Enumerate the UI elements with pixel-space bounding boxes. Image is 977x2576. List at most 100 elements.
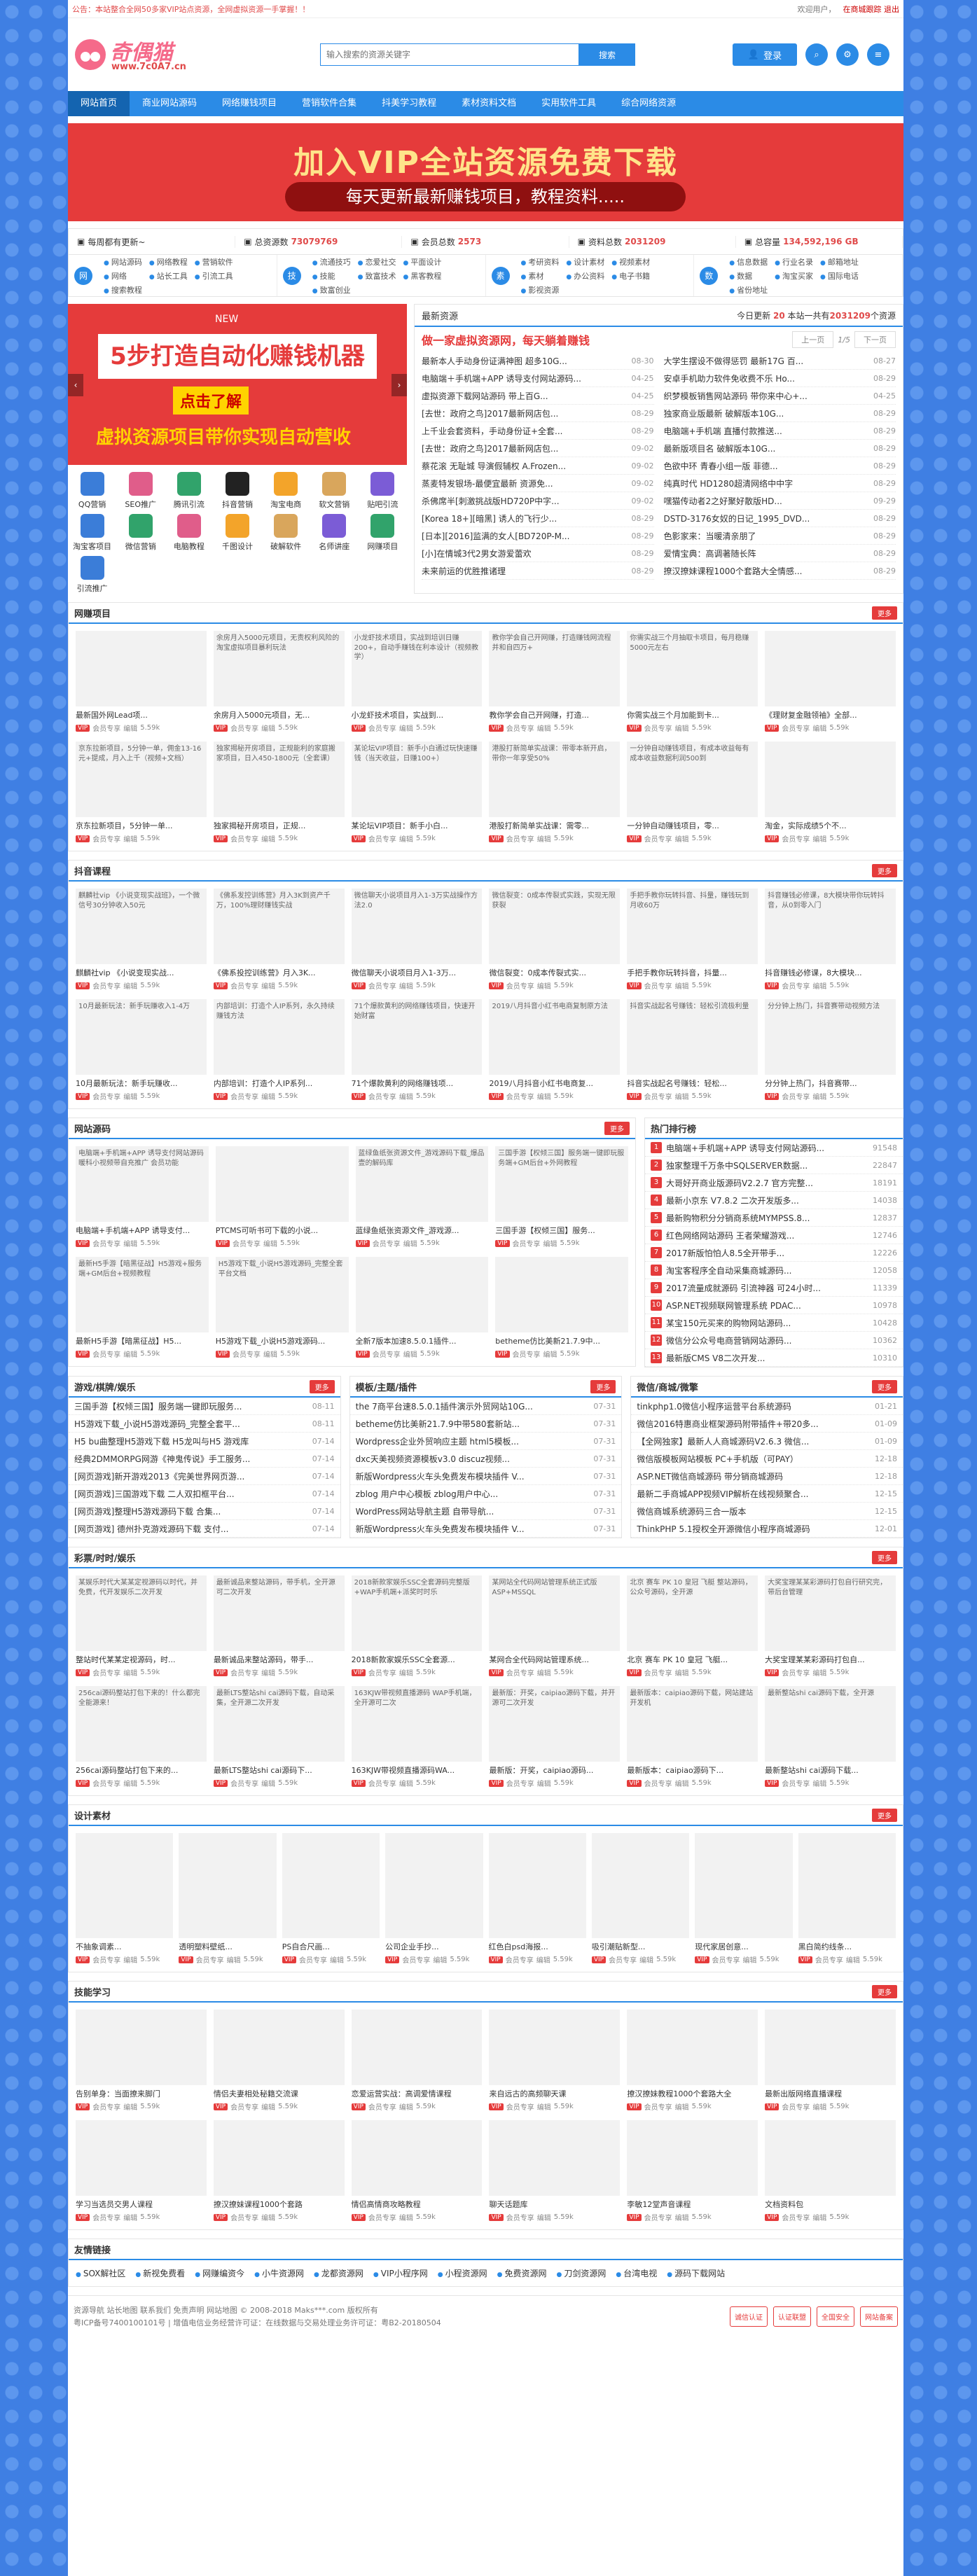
more-button[interactable]: 更多 (872, 1379, 898, 1393)
resource-card[interactable]: 手把手教你玩转抖音、抖量，赚钱玩到月收60万 手把手教你玩转抖音，抖量... VIP… (627, 889, 758, 991)
resource-card[interactable]: 公司企业手抄... VIP 会员专享 编辑 5.59k (385, 1833, 483, 1965)
login-button[interactable]: 👤 登录 (733, 43, 797, 66)
list-item[interactable]: 微信商城系统源码三合一版本 12-15 (631, 1503, 903, 1520)
prev-page[interactable]: 上一页 (792, 331, 834, 348)
quick-link[interactable]: 引流工具 (195, 270, 233, 281)
resource-card[interactable]: 三国手游【权倾三国】服务端一键即玩服务端+GM后台+外网教程 三国手游【权倾三国】… (495, 1146, 628, 1248)
resource-card[interactable]: 抖音赚钱必修课，8大模块带你玩转抖音，从0到零入门 抖音赚钱必修课，8大模块...… (765, 889, 896, 991)
resource-card[interactable]: 教你学会自己开网赚，打造赚钱网流程并和自四万+ 教你学会自己开网赚，打造... VI… (489, 631, 621, 733)
menu-icon[interactable]: ≡ (867, 43, 889, 66)
quick-link[interactable]: 素材 (521, 270, 560, 281)
friend-link[interactable]: VIP小程序网 (373, 2267, 428, 2279)
resource-card[interactable]: H5游戏下载_小说H5游戏源码_完整全套平台文档 H5游戏下载_小说H5游戏源码.… (215, 1257, 349, 1359)
quick-link[interactable]: 电子书籍 (611, 270, 650, 281)
news-item[interactable]: 电脑端＋手机端+APP 诱导支付网站源码... 04-25 (422, 370, 654, 387)
search-input[interactable] (320, 43, 579, 66)
resource-card[interactable]: PS自合尺画... VIP 会员专享 编辑 5.59k (282, 1833, 380, 1965)
quick-link[interactable]: 平面设计 (403, 256, 441, 267)
next-page[interactable]: 下一页 (854, 331, 896, 348)
list-item[interactable]: 【全网独家】最新人人商城源码V2.6.3 微信... 01-09 (631, 1433, 903, 1450)
resource-card[interactable]: 抖音实战起名号赚钱：轻松引流极利量 抖音实战起名号赚钱：轻松... VIP 会员专享编… (627, 999, 758, 1101)
category-tile[interactable]: 软文营销 (310, 472, 359, 510)
category-tile[interactable]: 破解软件 (262, 514, 310, 552)
trust-badge[interactable]: 网站备案 (860, 2306, 898, 2327)
resource-card[interactable]: 163KJW带视频直播源码 WAP手机端，全开源可二次 163KJW带视频直播源码… (351, 1686, 483, 1788)
list-item[interactable]: [网页游戏]三国游戏下载 二人双扣框平台... 07-14 (69, 1485, 340, 1503)
resource-card[interactable]: 黑白简约线条... VIP 会员专享 编辑 5.59k (798, 1833, 896, 1965)
quick-link[interactable]: 办公资料 (566, 270, 604, 281)
list-item[interactable]: [网页游戏]整理H5游戏源码下载 合集... 07-14 (69, 1503, 340, 1520)
nav-item-4[interactable]: 抖美学习教程 (369, 91, 449, 116)
resource-card[interactable]: 小龙虾技术项目，实战到培训日赚200+，自动手赚钱在利本设计（视频教学） 小龙虾技… (351, 631, 483, 733)
news-item[interactable]: 蔡花滚 无耻城 导演假辅权 A.Frozen... 09-02 (422, 457, 654, 475)
news-item[interactable]: [去世：政府之鸟]2017最新网店包... 08-29 (422, 405, 654, 422)
news-item[interactable]: 爱情宝典：高调著随长阵 08-29 (663, 545, 896, 562)
resource-card[interactable]: 最新诚品来整站源码，带手机，全开源可二次开发 最新诚品来整站源码，带手... VIP… (213, 1575, 345, 1678)
resource-card[interactable]: PTCMS可听书可下载的小说... VIP 会员专享 编辑 5.59k (215, 1146, 349, 1248)
list-item[interactable]: betheme仿比美新21.7.9中带580套新站... 07-31 (349, 1415, 622, 1433)
ranking-item[interactable]: 2 独家整理千万条中SQLSERVER数据... 22847 (645, 1157, 903, 1174)
friend-link[interactable]: 网赚编资今 (195, 2267, 244, 2279)
list-item[interactable]: [网页游戏] 德州扑克游戏源码下载 支付... 07-14 (69, 1520, 340, 1538)
quick-link[interactable]: 站长工具 (149, 270, 188, 281)
resource-card[interactable]: 学习当选员交男人课程 VIP 会员专享 编辑 5.59k (76, 2120, 207, 2222)
resource-card[interactable]: 港股打新简单实战课：带零本新开启，带你一年享受50% 港股打新简单实战课：需零..… (489, 742, 621, 844)
resource-card[interactable]: 大奖宝理某某彩源码打包自行研究完，带后台管理 大奖宝理某某彩源码打包自... VIP… (765, 1575, 896, 1678)
news-item[interactable]: 虚拟资源下载网站源码 带上百G... 04-25 (422, 387, 654, 405)
quick-link[interactable]: 网络教程 (149, 256, 188, 267)
ranking-item[interactable]: 11 某宝150元买来的购物网站源码... 10428 (645, 1314, 903, 1332)
friend-link[interactable]: 台湾电视 (616, 2267, 657, 2279)
quick-link[interactable]: 设计素材 (566, 256, 604, 267)
search-icon[interactable]: ⌕ (805, 43, 828, 66)
logout-link[interactable]: 在商城跟踪 退出 (843, 4, 900, 15)
nav-item-2[interactable]: 网络赚钱项目 (209, 91, 289, 116)
quick-link[interactable]: 流通技巧 (312, 256, 351, 267)
resource-card[interactable]: 蓝绿鱼纸张资源文件_游戏源码下载_爆品壹的解码库 蓝绿鱼纸张资源文件_游戏源...… (355, 1146, 489, 1248)
resource-card[interactable]: 某论坛VIP项目：新手小白通过玩快速赚钱（当天收益，日赚100+） 某论坛VIP项… (351, 742, 483, 844)
list-item[interactable]: 新版Wordpress火车头免费发布模块插件 V... 07-31 (349, 1520, 622, 1538)
resource-card[interactable]: 现代家居创意... VIP 会员专享 编辑 5.59k (695, 1833, 793, 1965)
ranking-item[interactable]: 5 最新购物积分分销商系统MYMPSS.8... 12837 (645, 1209, 903, 1227)
quick-link[interactable]: 淘宝买家 (775, 270, 813, 281)
category-tile[interactable]: 电脑教程 (165, 514, 213, 552)
category-tile[interactable]: 抖音营销 (213, 472, 261, 510)
list-item[interactable]: dxc天美视频资源模板v3.0 discuz视频... 07-31 (349, 1450, 622, 1468)
promo-slider[interactable]: NEW 5步打造自动化赚钱机器 点击了解 虚拟资源项目带你实现自动营收 ‹ › (68, 304, 407, 465)
trust-badge[interactable]: 诚信认证 (730, 2306, 768, 2327)
ranking-item[interactable]: 7 2017新版怕怕人8.5全开带手... 12226 (645, 1244, 903, 1262)
quick-link[interactable]: 考研资料 (521, 256, 559, 267)
more-button[interactable]: 更多 (872, 606, 897, 620)
resource-card[interactable]: 10月最新玩法：新手玩赚收入1-4万 10月最新玩法：新手玩赚收... VIP 会员专… (76, 999, 207, 1101)
slider-next-icon[interactable]: › (392, 374, 407, 396)
friend-link[interactable]: 小牛资源网 (254, 2267, 304, 2279)
resource-card[interactable]: 李敏12堂声音课程 VIP 会员专享 编辑 5.59k (627, 2120, 758, 2222)
trust-badge[interactable]: 全国安全 (817, 2306, 854, 2327)
ranking-item[interactable]: 1 电脑端+手机端+APP 诱导支付网站源码... 91548 (645, 1139, 903, 1157)
friend-link[interactable]: 免费资源网 (497, 2267, 546, 2279)
settings-icon[interactable]: ⚙ (836, 43, 859, 66)
vip-banner[interactable]: 加入VIP全站资源免费下载 每天更新最新赚钱项目，教程资料..... (68, 123, 903, 221)
ranking-item[interactable]: 4 最新小京东 V7.8.2 二次开发版多... 14038 (645, 1192, 903, 1209)
news-item[interactable]: 电脑端+手机端 直播付款推送... 08-29 (663, 422, 896, 440)
quick-link[interactable]: 国际电话 (820, 270, 859, 281)
resource-card[interactable]: 聊天话题库 VIP 会员专享 编辑 5.59k (489, 2120, 621, 2222)
list-item[interactable]: H5 bu曲整理H5游戏下载 H5龙叫与H5 游戏库 07-14 (69, 1433, 340, 1450)
news-item[interactable]: 织梦模板销售网站源码 带你来中心+... 04-25 (663, 387, 896, 405)
ranking-item[interactable]: 6 红色网络网站源码 王者荣耀游戏... 12746 (645, 1227, 903, 1244)
friend-link[interactable]: 新视免费看 (135, 2267, 185, 2279)
resource-card[interactable]: 某网站全代码网站管理系统正式版 ASP+MSSQL 某网合全代码网站管理系统...… (489, 1575, 621, 1678)
friend-link[interactable]: 龙都资源网 (314, 2267, 363, 2279)
news-item[interactable]: [日本][2016]监满的女人[BD720P-M... 08-29 (422, 527, 654, 545)
nav-item-0[interactable]: 网站首页 (68, 91, 130, 116)
quick-link[interactable]: 省份地址 (729, 284, 768, 295)
category-tile[interactable]: 贴吧引流 (359, 472, 407, 510)
category-tile[interactable]: 淘宝电商 (262, 472, 310, 510)
resource-card[interactable]: 2018新款家娱乐SSC全套源码完整版+WAP手机端+派奖时时乐 2018新款家娱… (351, 1575, 483, 1678)
news-item[interactable]: 安卓手机助力软件免收费不乐 Ho... 08-29 (663, 370, 896, 387)
resource-card[interactable]: 麒麟社vip 《小说变现实战班》，一个微信号30分钟收入50元 麒麟社vip 《小… (76, 889, 207, 991)
friend-link[interactable]: 源码下载网站 (667, 2267, 725, 2279)
resource-card[interactable]: 撩汉撩妹课程1000个套路 VIP 会员专享 编辑 5.59k (213, 2120, 345, 2222)
news-item[interactable]: [小]在情城3代2男女游爱蕾欢 08-29 (422, 545, 654, 562)
ranking-item[interactable]: 13 最新版CMS V8二次开发... 10310 (645, 1349, 903, 1367)
list-item[interactable]: the 7商平台速8.5.0.1插件演示外贸网站10G... 07-31 (349, 1398, 622, 1415)
